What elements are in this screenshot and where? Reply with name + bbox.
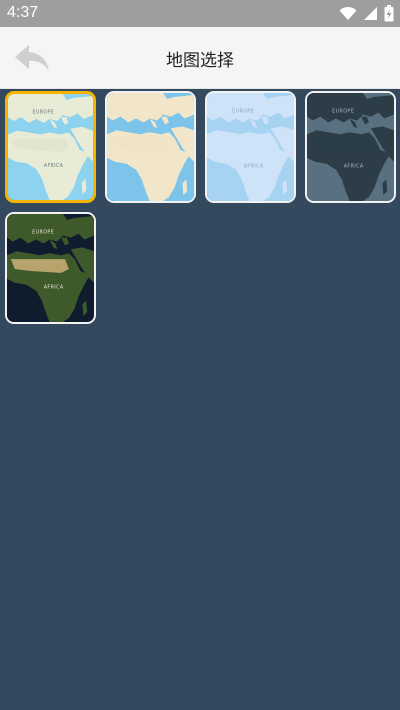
wifi-icon bbox=[339, 6, 357, 21]
map-label-europe: EUROPE bbox=[332, 109, 354, 115]
map-style-tile[interactable] bbox=[105, 91, 196, 203]
map-label-africa: AFRICA bbox=[44, 163, 64, 169]
status-icons bbox=[339, 4, 394, 23]
map-style-tile[interactable]: EUROPE AFRICA bbox=[5, 212, 96, 324]
signal-icon bbox=[363, 6, 378, 21]
app-bar: 地图选择 bbox=[0, 27, 400, 89]
battery-charging-icon bbox=[384, 5, 394, 22]
map-label-africa: AFRICA bbox=[344, 164, 364, 170]
map-label-europe: EUROPE bbox=[33, 109, 55, 115]
map-label-europe: EUROPE bbox=[32, 230, 54, 236]
map-label-europe: EUROPE bbox=[232, 109, 254, 115]
status-bar: 4:37 bbox=[0, 0, 400, 27]
map-label-africa: AFRICA bbox=[244, 164, 264, 170]
map-style-tile[interactable]: EUROPE AFRICA bbox=[5, 91, 96, 203]
map-style-tile[interactable]: EUROPE AFRICA bbox=[205, 91, 296, 203]
page-title: 地图选择 bbox=[166, 51, 234, 71]
map-style-tile[interactable]: EUROPE AFRICA bbox=[305, 91, 396, 203]
map-label-africa: AFRICA bbox=[44, 285, 64, 291]
map-preview: EUROPE AFRICA bbox=[8, 94, 93, 200]
status-time: 4:37 bbox=[7, 4, 39, 21]
map-preview: EUROPE AFRICA bbox=[207, 93, 294, 201]
map-preview bbox=[107, 93, 194, 201]
map-preview: EUROPE AFRICA bbox=[307, 93, 394, 201]
map-preview: EUROPE AFRICA bbox=[7, 214, 94, 322]
